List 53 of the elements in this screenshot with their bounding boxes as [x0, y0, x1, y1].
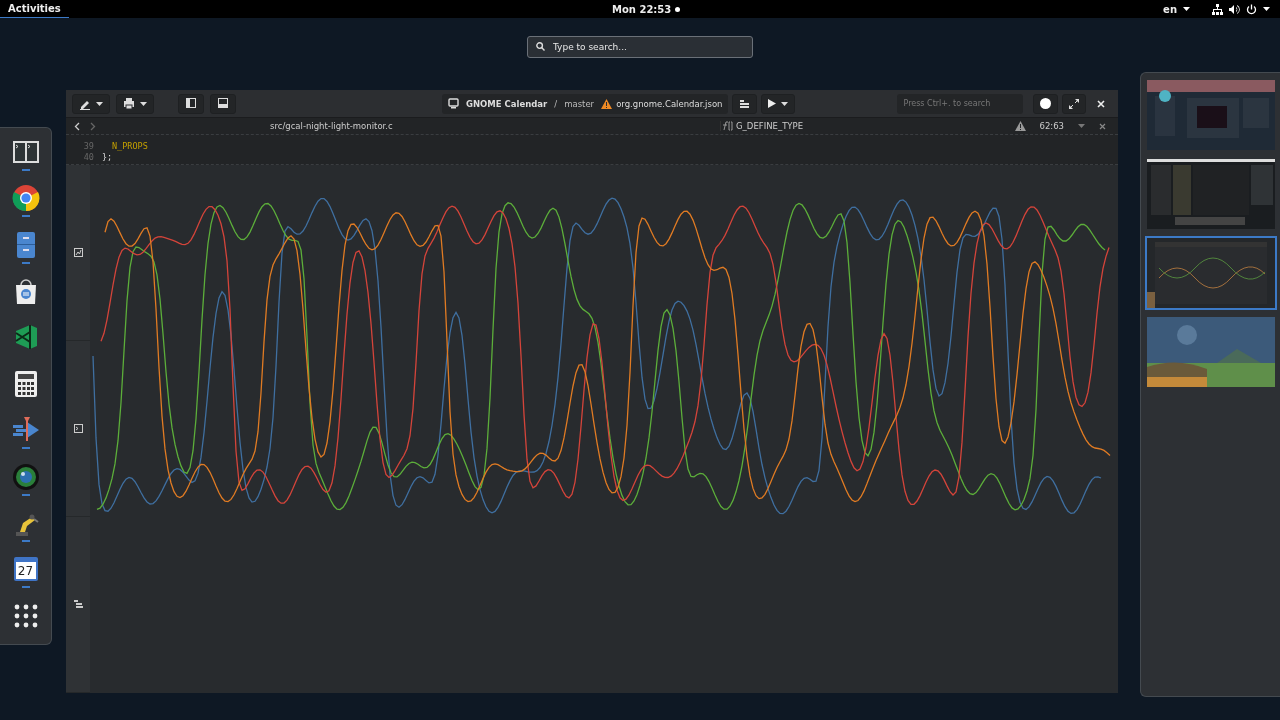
- graph-icon: [73, 248, 83, 257]
- panel-toggle-button[interactable]: [210, 93, 236, 114]
- search-field[interactable]: Type to search...: [527, 36, 753, 58]
- file-path[interactable]: src/gcal-night-light-monitor.c: [270, 121, 732, 131]
- clock[interactable]: Mon 22:53: [612, 3, 672, 15]
- fullscreen-button[interactable]: [1062, 93, 1086, 114]
- code-text: N_PROPS: [111, 141, 148, 152]
- close-icon: [1097, 99, 1105, 108]
- menu-button[interactable]: [116, 93, 154, 114]
- run-button[interactable]: [761, 93, 796, 114]
- function-icon: [721, 121, 733, 131]
- network-icon[interactable]: [1212, 3, 1223, 15]
- power-icon[interactable]: [1246, 3, 1257, 15]
- build-button[interactable]: [732, 93, 758, 114]
- panel-toggle-button[interactable]: [178, 93, 204, 114]
- browser-icon[interactable]: [11, 184, 40, 213]
- caret-icon: [1263, 7, 1270, 11]
- printer-icon: [123, 97, 135, 110]
- circle-icon: [1040, 98, 1051, 109]
- back-icon[interactable]: [74, 121, 80, 131]
- monitor-icon: [448, 98, 459, 109]
- cursor-position: 62:63: [1039, 121, 1064, 131]
- config-name: org.gnome.Calendar.json: [616, 98, 723, 109]
- forward-icon[interactable]: [90, 121, 96, 131]
- fullscreen-icon: [1069, 98, 1079, 109]
- play-icon: [768, 99, 777, 108]
- record-button[interactable]: [1033, 93, 1058, 114]
- terminal-icon: [73, 424, 83, 433]
- search-field[interactable]: Press Ctrl+. to search: [897, 93, 1023, 114]
- search-icon: [536, 42, 545, 51]
- project-name: GNOME Calendar: [466, 98, 548, 109]
- build-icon: [739, 98, 751, 109]
- line-number: 40: [82, 152, 95, 163]
- calendar-icon[interactable]: 27: [11, 555, 40, 584]
- symbol-name[interactable]: G_DEFINE_TYPE: [736, 121, 803, 131]
- caret-icon: [781, 101, 789, 106]
- bottom-panel-icon: [217, 97, 229, 110]
- sidebar-icon: [185, 97, 197, 110]
- caret-icon: [1183, 7, 1190, 11]
- terminal-icon[interactable]: [11, 138, 40, 166]
- activities-button[interactable]: Activities: [0, 0, 69, 18]
- keyboard-layout-menu[interactable]: en: [1163, 3, 1177, 15]
- menu-button[interactable]: [72, 93, 110, 114]
- line-number: 39: [82, 141, 95, 152]
- branch-name: master: [564, 98, 595, 109]
- code-text: };: [102, 152, 113, 163]
- camera-lens-icon[interactable]: [11, 462, 40, 491]
- project-button[interactable]: GNOME Calendar / master org.gnome.Calendar.json: [442, 93, 729, 114]
- path-separator: /: [554, 98, 558, 109]
- caret-icon[interactable]: [1078, 124, 1085, 128]
- volume-icon[interactable]: [1229, 3, 1240, 15]
- tree-icon: [73, 600, 83, 609]
- close-icon[interactable]: [1099, 122, 1106, 130]
